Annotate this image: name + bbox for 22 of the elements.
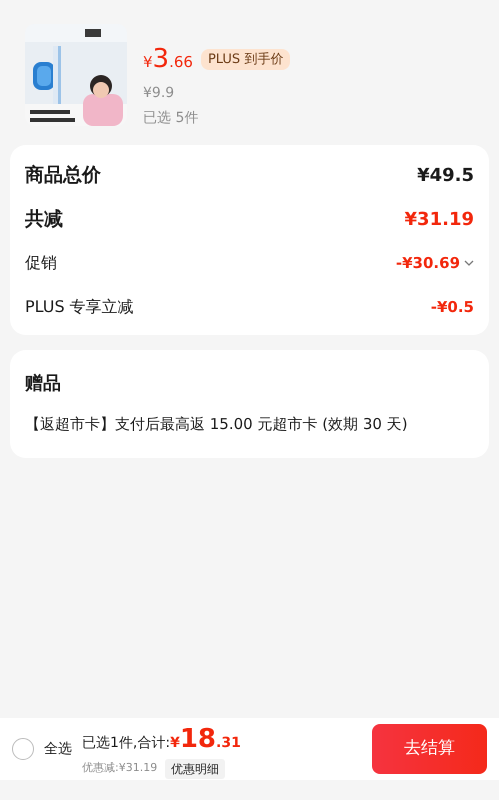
row-label: 促销 xyxy=(25,252,57,274)
price: ¥3.66 xyxy=(143,43,193,76)
gift-text: 【返超市卡】支付后最高返 15.00 元超市卡 (效期 30 天) xyxy=(25,414,409,435)
original-price: ¥9.9 xyxy=(143,84,176,103)
row-value: ¥31.19 xyxy=(404,208,474,232)
details-button[interactable]: 优惠明细 xyxy=(165,758,226,778)
select-all-checkbox[interactable] xyxy=(12,738,34,760)
selected-count: 已选 5件 xyxy=(143,109,200,128)
checkout-button[interactable]: 去结算 xyxy=(372,724,487,774)
row-value: ¥49.5 xyxy=(417,164,474,188)
select-all-label: 全选 xyxy=(44,740,72,758)
row-value: -¥0.5 xyxy=(430,296,474,318)
total-label: 已选1件,合计: xyxy=(82,734,170,752)
chevron-down-icon[interactable] xyxy=(464,260,474,266)
row-label: 共减 xyxy=(25,206,63,232)
price-tag: PLUS 到手价 xyxy=(200,48,290,70)
row-label: PLUS 专享立减 xyxy=(25,296,134,318)
row-value: -¥30.69 xyxy=(396,252,460,274)
total-price: ¥18.31 xyxy=(170,722,241,756)
row-label: 商品总价 xyxy=(25,162,101,188)
section-title: 赠品 xyxy=(25,372,62,396)
savings-text: 优惠减:¥31.19 xyxy=(82,760,158,776)
